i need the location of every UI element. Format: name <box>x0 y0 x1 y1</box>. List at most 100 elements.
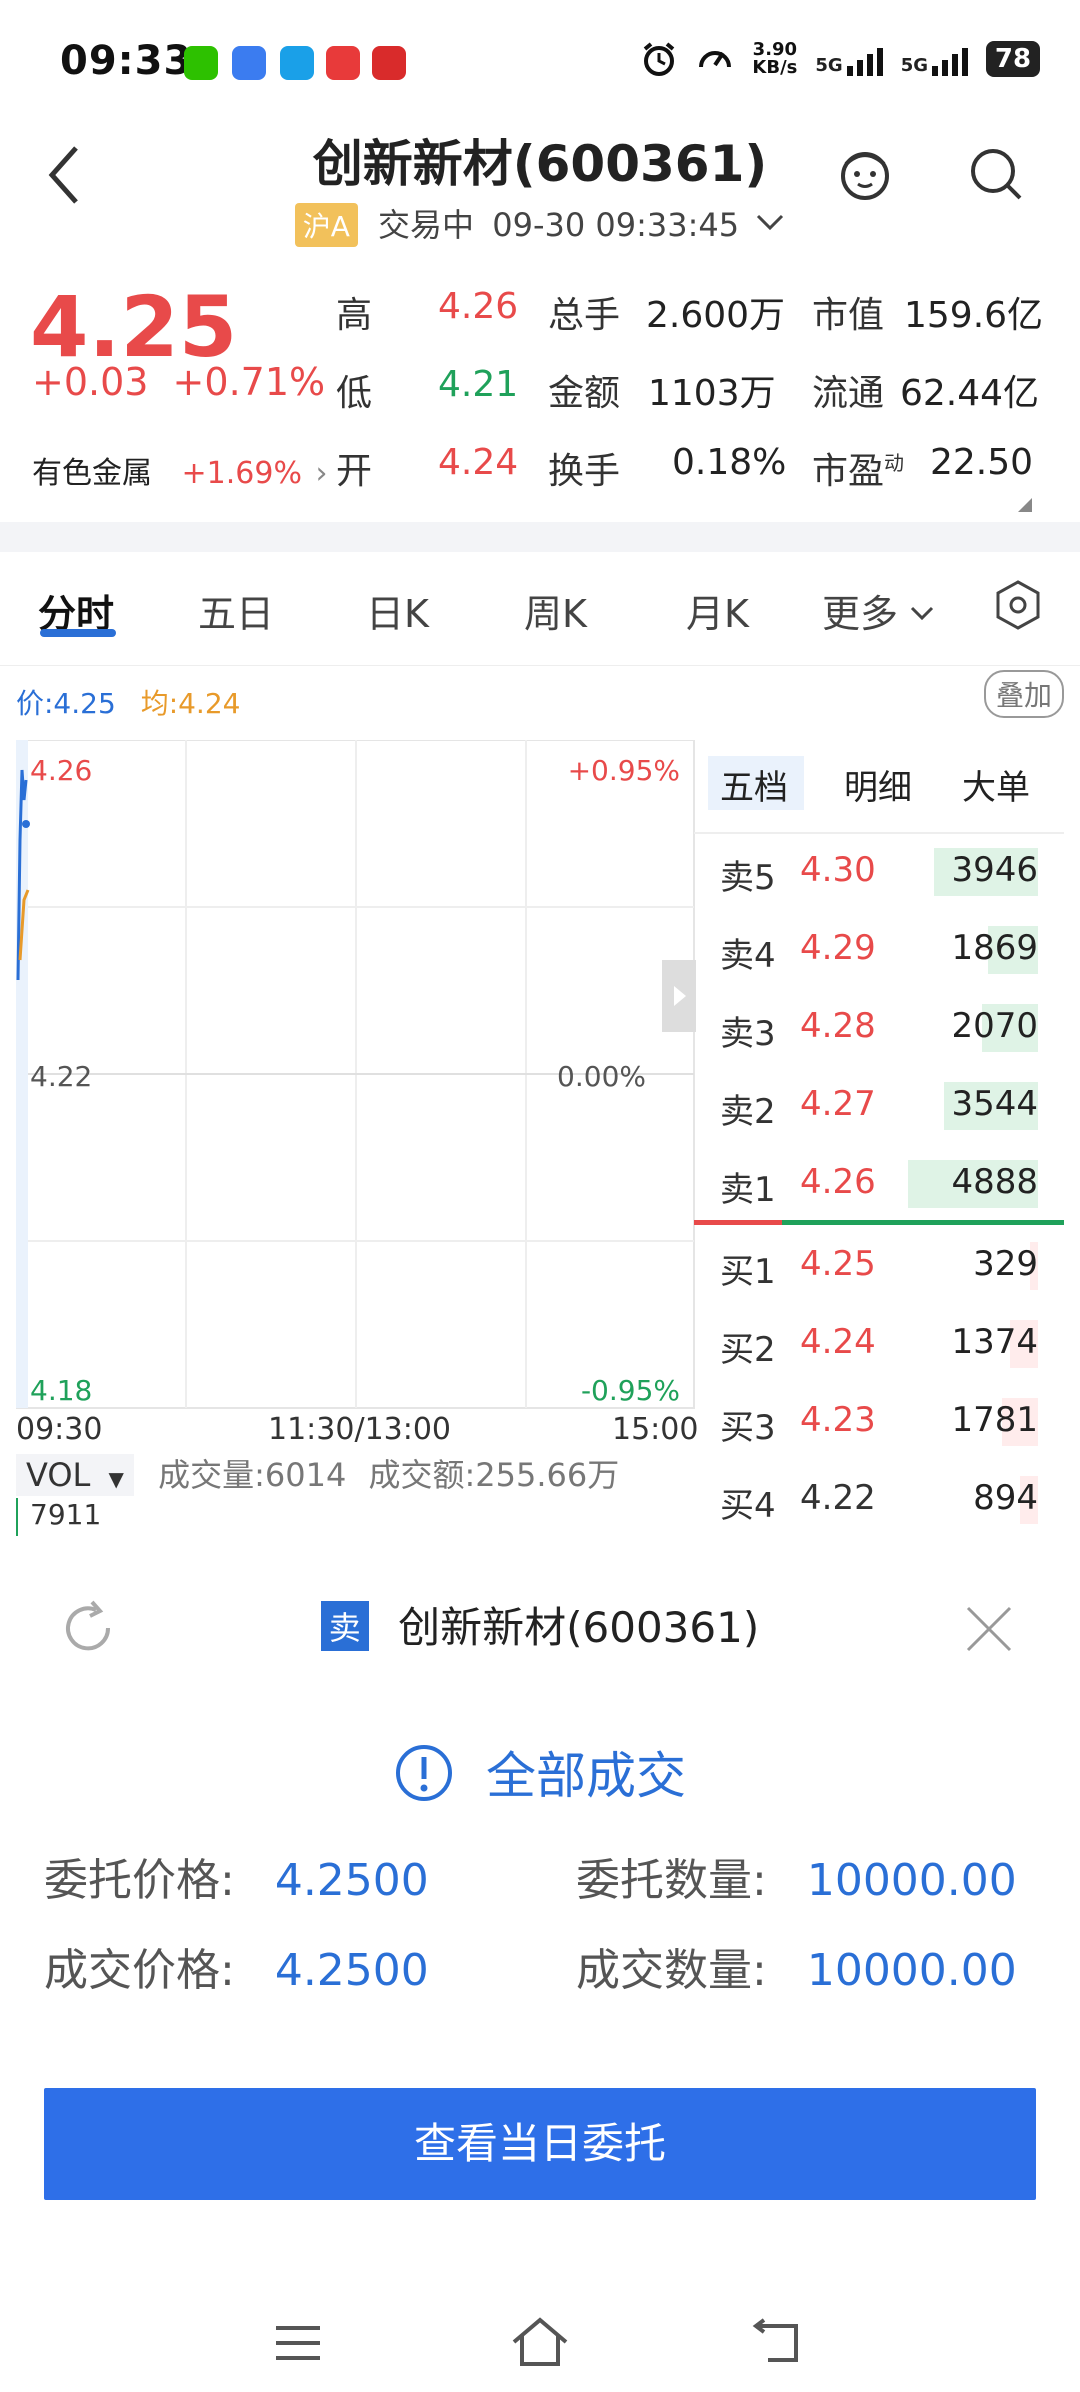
sector-change: +1.69% <box>181 456 302 491</box>
sell-badge: 卖 <box>320 1601 369 1651</box>
signal-icon <box>932 42 968 76</box>
alarm-icon <box>644 42 675 76</box>
amount-label: 金额 <box>548 373 621 414</box>
menu-icon <box>276 2326 320 2360</box>
sell-row[interactable]: 卖2 4.27 3544 <box>694 1070 1064 1142</box>
ob-tab-bigorder[interactable]: 大单 <box>962 760 1030 809</box>
expand-corner-icon[interactable] <box>1018 498 1032 512</box>
mascot-icon <box>841 152 889 200</box>
page-title: 创新新材(600361) <box>312 135 768 193</box>
pe-label: 市盈动 <box>812 451 905 492</box>
chevron-right-icon: › <box>315 456 328 491</box>
tab-more[interactable]: 更多 <box>822 583 934 638</box>
menu-nav-button[interactable] <box>270 2318 326 2372</box>
result-status: 全部成交 <box>0 1736 1080 1808</box>
pct-label-mid: 0.00% <box>557 1060 646 1093</box>
close-button[interactable] <box>962 1602 1016 1660</box>
status-time: 09:33 <box>60 38 193 84</box>
tab-daily-k[interactable]: 日K <box>366 583 429 638</box>
order-price-row: 委托价格: 4.2500 <box>44 1855 429 1906</box>
sell-row[interactable]: 卖4 4.29 1869 <box>694 914 1064 986</box>
turnover-value: 0.18% <box>672 442 787 483</box>
ob-tab-detail[interactable]: 明细 <box>844 760 912 809</box>
amount-value: 1103万 <box>648 373 776 414</box>
sector-link[interactable]: 有色金属 +1.69% › <box>32 448 328 492</box>
turnover-label: 换手 <box>548 451 621 492</box>
battery-icon: 78 <box>986 41 1040 77</box>
low-value: 4.21 <box>438 364 519 405</box>
open-value: 4.24 <box>438 442 519 483</box>
buy-row[interactable]: 买1 4.25 329 <box>694 1230 1064 1302</box>
pe-value: 22.50 <box>930 442 1034 483</box>
home-nav-button[interactable] <box>508 2314 572 2374</box>
tab-five-day[interactable]: 五日 <box>198 583 274 638</box>
vol-axis-label: 7911 <box>30 1498 102 1531</box>
y-label-mid: 4.22 <box>30 1060 92 1093</box>
chevron-down-icon <box>757 214 784 231</box>
buy-row[interactable]: 买4 4.22 894 <box>694 1464 1064 1536</box>
volume-value: 2.600万 <box>646 295 786 336</box>
sim1-signal: 5G <box>815 42 883 76</box>
speedometer-icon <box>699 51 732 68</box>
volume-row: VOL ▼ 成交量:6014 成交额:255.66万 <box>16 1450 686 1498</box>
app-icon <box>232 46 266 80</box>
system-nav-bar <box>0 2296 1080 2392</box>
settings-hexagon-icon <box>996 580 1040 630</box>
sell-row[interactable]: 卖3 4.28 2070 <box>694 992 1064 1064</box>
status-indicators: 3.90 KB/s 5G 5G 78 <box>640 40 1040 78</box>
signal-icon <box>846 42 883 76</box>
price-point <box>22 820 30 828</box>
chart-settings-button[interactable] <box>992 579 1044 635</box>
tab-underline <box>40 629 116 637</box>
order-qty-row: 委托数量: 10000.00 <box>576 1855 1017 1906</box>
assistant-button[interactable] <box>832 140 898 210</box>
intraday-chart[interactable]: 4.26 4.22 4.18 +0.95% 0.00% -0.95% <box>16 740 696 1410</box>
chart-legend: 价:4.25 均:4.24 <box>16 687 241 720</box>
section-divider <box>0 522 1080 552</box>
overlay-button[interactable]: 叠加 <box>983 670 1064 718</box>
x-label-mid: 11:30/13:00 <box>268 1412 452 1447</box>
status-bar: 09:33 3.90 KB/s 5G 5G 78 <box>0 0 1080 120</box>
search-button[interactable] <box>966 144 1026 208</box>
volume-text: 成交量:6014 <box>158 1456 347 1494</box>
pct-label-bottom: -0.95% <box>581 1374 680 1407</box>
deal-qty-row: 成交数量: 10000.00 <box>576 1945 1017 1996</box>
price-change: +0.03 +0.71% <box>32 360 326 404</box>
trade-state: 交易中 <box>378 206 475 244</box>
high-label: 高 <box>336 295 373 336</box>
x-label-end: 15:00 <box>612 1412 699 1447</box>
volume-label: 总手 <box>548 295 621 336</box>
buy-row[interactable]: 买2 4.24 1374 <box>694 1308 1064 1380</box>
tab-weekly-k[interactable]: 周K <box>524 583 587 638</box>
ob-tab-five[interactable]: 五档 <box>720 760 788 809</box>
app-icon <box>326 46 360 80</box>
amount-text: 成交额:255.66万 <box>368 1456 620 1494</box>
info-icon <box>396 1745 453 1801</box>
trade-status[interactable]: 沪A 交易中 09-30 09:33:45 <box>0 200 1080 247</box>
order-result-dialog: 卖 创新新材(600361) 全部成交 委托价格: 4.2500 委托数量: 1… <box>0 1536 1080 2392</box>
open-label: 开 <box>336 451 373 492</box>
sell-row[interactable]: 卖1 4.26 4888 <box>694 1148 1064 1220</box>
vol-selector[interactable]: VOL ▼ <box>16 1454 134 1496</box>
chevron-down-icon <box>911 606 934 621</box>
view-today-orders-button[interactable]: 查看当日委托 <box>44 2088 1036 2200</box>
y-label-top: 4.26 <box>30 754 92 787</box>
buy-row[interactable]: 买3 4.23 1781 <box>694 1386 1064 1458</box>
net-speed: 3.90 KB/s <box>752 39 798 78</box>
chart-tabs: 分时 五日 日K 周K 月K 更多 <box>0 555 1080 666</box>
sector-name: 有色金属 <box>32 456 152 491</box>
back-icon <box>752 2318 798 2362</box>
home-icon <box>512 2317 568 2366</box>
back-nav-button[interactable] <box>750 2316 806 2372</box>
mktcap-value: 159.6亿 <box>904 295 1044 336</box>
app-icon <box>372 46 406 80</box>
tab-monthly-k[interactable]: 月K <box>686 583 749 638</box>
market-tag: 沪A <box>294 203 358 247</box>
caret-down-icon: ▼ <box>108 1467 124 1491</box>
sell-row[interactable]: 卖5 4.30 3946 <box>694 836 1064 908</box>
low-label: 低 <box>336 373 373 414</box>
order-book: 五档 明细 大单 卖5 4.30 3946 卖4 4.29 1869 卖3 4.… <box>694 740 1064 1540</box>
mktcap-label: 市值 <box>812 295 885 336</box>
dialog-title: 卖 创新新材(600361) <box>0 1594 1080 1655</box>
volume-chart: 7911 <box>16 1498 688 1538</box>
